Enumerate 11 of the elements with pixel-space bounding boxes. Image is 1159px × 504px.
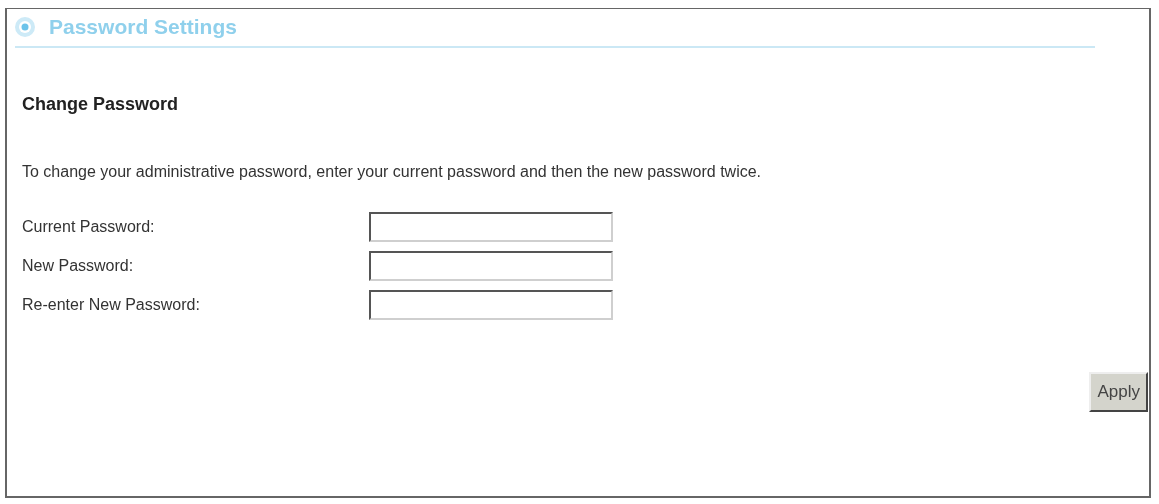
section-title: Password Settings (49, 15, 237, 39)
field-label: New Password: (22, 256, 135, 275)
password-field[interactable] (369, 211, 613, 242)
target-icon (15, 17, 35, 37)
field-label: Re-enter New Password: (22, 295, 201, 314)
password-field[interactable] (369, 250, 613, 281)
field-label: Current Password: (22, 217, 156, 236)
apply-button[interactable]: Apply (1089, 372, 1148, 412)
password-field[interactable] (369, 289, 613, 320)
section-heading: Change Password (22, 94, 180, 115)
instructions-text: To change your administrative password, enter your current password and then the new password twice. (22, 163, 763, 181)
